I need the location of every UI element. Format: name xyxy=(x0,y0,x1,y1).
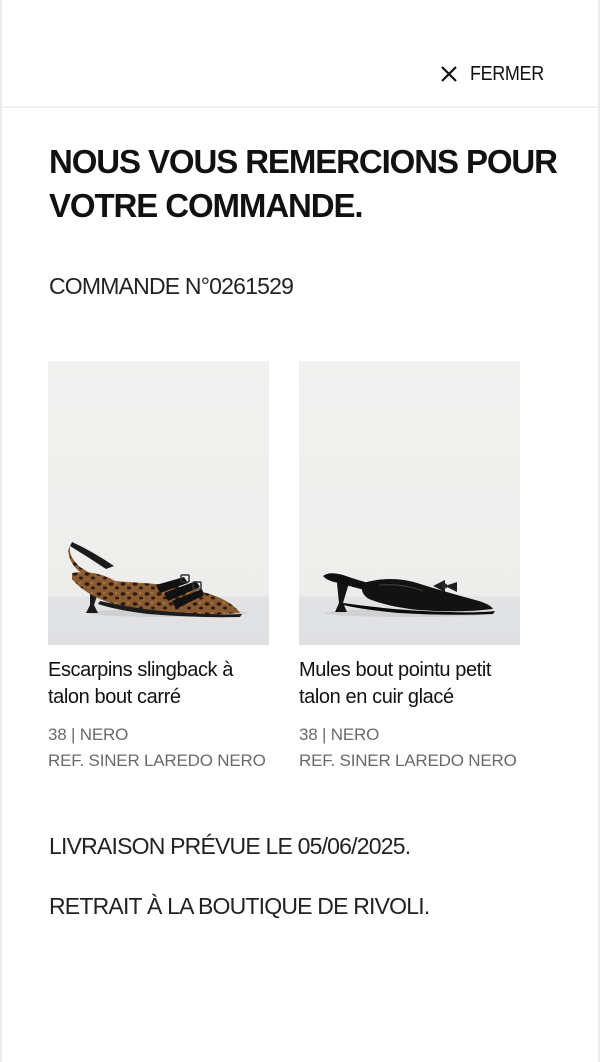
product-card[interactable]: Escarpins slingback à talon bout carré 3… xyxy=(48,361,269,774)
product-variant: 38 | NERO xyxy=(299,725,380,744)
product-reference: REF. SINER LAREDO NERO xyxy=(299,751,517,770)
product-image[interactable] xyxy=(299,361,520,645)
order-confirmation-page: FERMER NOUS VOUS REMERCIONS POUR VOTRE C… xyxy=(0,0,600,1062)
product-card[interactable]: Mules bout pointu petit talon en cuir gl… xyxy=(299,361,520,774)
product-variant: 38 | NERO xyxy=(48,725,129,744)
close-button[interactable]: FERMER xyxy=(439,60,552,88)
close-icon xyxy=(441,66,457,82)
black-leather-mule-image xyxy=(323,573,495,617)
leopard-slingback-pump-image xyxy=(68,542,248,618)
product-list: Escarpins slingback à talon bout carré 3… xyxy=(48,361,520,774)
product-name[interactable]: Mules bout pointu petit talon en cuir gl… xyxy=(299,657,520,711)
product-name[interactable]: Escarpins slingback à talon bout carré xyxy=(48,657,269,711)
close-label: FERMER xyxy=(469,63,544,85)
product-reference: REF. SINER LAREDO NERO xyxy=(48,751,266,770)
product-image[interactable] xyxy=(48,361,269,645)
top-bar: FERMER xyxy=(2,0,598,108)
page-title: NOUS VOUS REMERCIONS POUR VOTRE COMMANDE… xyxy=(49,143,558,224)
order-number: COMMANDE N°0261529 xyxy=(49,273,294,299)
delivery-date: LIVRAISON PRÉVUE LE 05/06/2025. xyxy=(49,833,411,859)
pickup-location: RETRAIT À LA BOUTIQUE DE RIVOLI. xyxy=(49,893,430,919)
